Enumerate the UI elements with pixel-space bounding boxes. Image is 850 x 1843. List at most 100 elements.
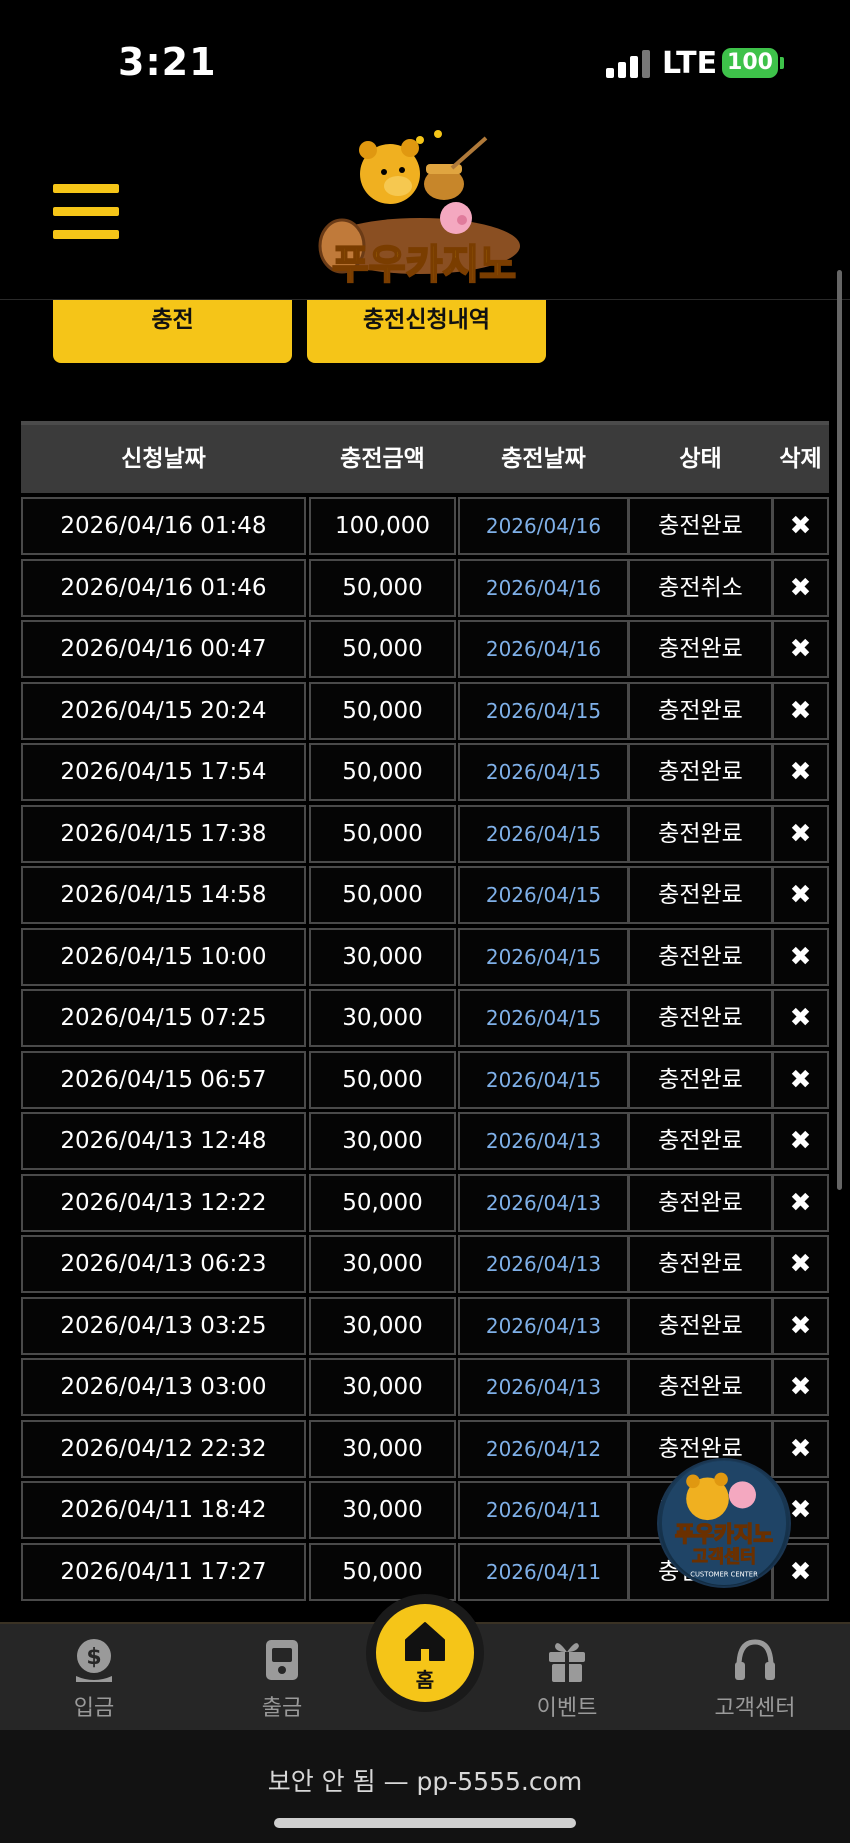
delete-button[interactable]: ✖ bbox=[772, 743, 829, 801]
cc-title: 푸우카지노 bbox=[675, 1522, 773, 1547]
delete-button[interactable]: ✖ bbox=[772, 1419, 829, 1478]
cell-status: 충전완료 bbox=[628, 620, 773, 678]
cell-request-date: 2026/04/15 07:25 bbox=[21, 989, 306, 1047]
delete-button[interactable]: ✖ bbox=[772, 927, 829, 986]
cell-status: 충전완료 bbox=[628, 1173, 773, 1232]
cell-charge-date: 2026/04/15 bbox=[458, 927, 629, 986]
cell-status: 충전완료 bbox=[628, 1050, 773, 1109]
nav-support[interactable]: 고객센터 bbox=[695, 1624, 815, 1732]
cell-request-date: 2026/04/13 06:23 bbox=[21, 1235, 306, 1293]
table-row: 2026/04/13 03:25 30,000 2026/04/13 충전완료 ✖ bbox=[21, 1296, 829, 1359]
table-row: 2026/04/16 01:46 50,000 2026/04/16 충전취소 ✖ bbox=[21, 558, 829, 621]
cell-status: 충전완료 bbox=[628, 804, 773, 863]
cell-charge-date: 2026/04/16 bbox=[458, 497, 629, 555]
cell-amount: 30,000 bbox=[309, 989, 456, 1047]
customer-center-floating-button[interactable]: 푸우카지노 고객센터 CUSTOMER CENTER bbox=[657, 1458, 791, 1588]
cell-status: 충전완료 bbox=[628, 1296, 773, 1355]
scrollbar[interactable] bbox=[837, 270, 842, 1190]
table-row: 2026/04/13 12:48 30,000 2026/04/13 충전완료 ✖ bbox=[21, 1112, 829, 1174]
home-icon bbox=[405, 1622, 445, 1661]
cell-status: 충전완료 bbox=[628, 989, 773, 1047]
svg-text:$: $ bbox=[86, 1645, 101, 1670]
cell-request-date: 2026/04/13 03:00 bbox=[21, 1358, 306, 1416]
cell-request-date: 2026/04/12 22:32 bbox=[21, 1419, 306, 1478]
cell-charge-date: 2026/04/16 bbox=[458, 558, 629, 617]
cell-status: 충전완료 bbox=[628, 681, 773, 740]
tab-charge-history[interactable]: 충전신청내역 bbox=[307, 300, 546, 363]
delete-button[interactable]: ✖ bbox=[772, 1050, 829, 1109]
table-row: 2026/04/15 07:25 30,000 2026/04/15 충전완료 ✖ bbox=[21, 989, 829, 1051]
signal-icon bbox=[606, 50, 650, 78]
nav-event[interactable]: 이벤트 bbox=[507, 1624, 627, 1732]
cell-charge-date: 2026/04/12 bbox=[458, 1419, 629, 1478]
header-amount: 충전금액 bbox=[340, 446, 425, 472]
cell-amount: 100,000 bbox=[309, 497, 456, 555]
status-bar: 3:21 LTE 100 bbox=[0, 0, 850, 110]
delete-button[interactable]: ✖ bbox=[772, 1235, 829, 1293]
delete-button[interactable]: ✖ bbox=[772, 989, 829, 1047]
cell-charge-date: 2026/04/13 bbox=[458, 1112, 629, 1170]
withdraw-icon bbox=[266, 1640, 298, 1680]
cell-request-date: 2026/04/15 20:24 bbox=[21, 681, 306, 740]
nav-support-label: 고객센터 bbox=[714, 1696, 796, 1721]
delete-button[interactable]: ✖ bbox=[772, 1173, 829, 1232]
cell-request-date: 2026/04/15 17:54 bbox=[21, 743, 306, 801]
casino-logo[interactable]: 푸우카지노 bbox=[302, 128, 546, 300]
table-row: 2026/04/16 00:47 50,000 2026/04/16 충전완료 ✖ bbox=[21, 620, 829, 682]
table-row: 2026/04/15 06:57 50,000 2026/04/15 충전완료 ✖ bbox=[21, 1050, 829, 1113]
network-label: LTE bbox=[662, 46, 718, 81]
delete-button[interactable]: ✖ bbox=[772, 866, 829, 924]
url-bar[interactable]: 보안 안 됨 — pp-5555.com bbox=[0, 1762, 850, 1798]
cc-caption: CUSTOMER CENTER bbox=[690, 1570, 758, 1578]
cell-amount: 30,000 bbox=[309, 1296, 456, 1355]
header: 푸우카지노 bbox=[0, 110, 850, 300]
tab-charge[interactable]: 충전 bbox=[53, 300, 292, 363]
table-row: 2026/04/15 17:54 50,000 2026/04/15 충전완료 ✖ bbox=[21, 743, 829, 805]
nav-deposit[interactable]: $ 입금 bbox=[34, 1624, 154, 1732]
delete-button[interactable]: ✖ bbox=[772, 804, 829, 863]
cell-request-date: 2026/04/15 14:58 bbox=[21, 866, 306, 924]
nav-home[interactable]: 홈 bbox=[376, 1604, 474, 1702]
menu-icon[interactable] bbox=[53, 184, 119, 240]
cell-charge-date: 2026/04/15 bbox=[458, 743, 629, 801]
delete-button[interactable]: ✖ bbox=[772, 1296, 829, 1355]
cell-request-date: 2026/04/13 12:48 bbox=[21, 1112, 306, 1170]
header-request-date: 신청날짜 bbox=[121, 446, 206, 472]
delete-button[interactable]: ✖ bbox=[772, 1358, 829, 1416]
cc-subtitle: 고객센터 bbox=[692, 1548, 756, 1568]
cell-amount: 50,000 bbox=[309, 866, 456, 924]
deposit-icon: $ bbox=[76, 1639, 112, 1682]
delete-button[interactable]: ✖ bbox=[772, 558, 829, 617]
cell-amount: 50,000 bbox=[309, 1173, 456, 1232]
cell-request-date: 2026/04/16 00:47 bbox=[21, 620, 306, 678]
headset-icon bbox=[735, 1639, 775, 1680]
cell-amount: 30,000 bbox=[309, 1112, 456, 1170]
nav-withdraw-label: 출금 bbox=[261, 1696, 303, 1721]
table-header: 신청날짜 충전금액 충전날짜 상태 삭제 bbox=[21, 421, 829, 493]
home-indicator[interactable] bbox=[274, 1818, 576, 1828]
cell-amount: 50,000 bbox=[309, 804, 456, 863]
delete-button[interactable]: ✖ bbox=[772, 681, 829, 740]
cell-request-date: 2026/04/11 17:27 bbox=[21, 1542, 306, 1601]
table-row: 2026/04/13 12:22 50,000 2026/04/13 충전완료 ✖ bbox=[21, 1173, 829, 1236]
browser-bar: 보안 안 됨 — pp-5555.com bbox=[0, 1730, 850, 1843]
header-status: 상태 bbox=[679, 446, 722, 472]
delete-button[interactable]: ✖ bbox=[772, 497, 829, 555]
nav-withdraw[interactable]: 출금 bbox=[222, 1624, 342, 1732]
cell-charge-date: 2026/04/15 bbox=[458, 1050, 629, 1109]
cell-amount: 30,000 bbox=[309, 1419, 456, 1478]
cell-request-date: 2026/04/15 17:38 bbox=[21, 804, 306, 863]
delete-button[interactable]: ✖ bbox=[772, 620, 829, 678]
cell-request-date: 2026/04/13 03:25 bbox=[21, 1296, 306, 1355]
cell-status: 충전완료 bbox=[628, 927, 773, 986]
gift-icon bbox=[549, 1643, 585, 1682]
cell-amount: 30,000 bbox=[309, 1481, 456, 1539]
cell-request-date: 2026/04/15 06:57 bbox=[21, 1050, 306, 1109]
cell-charge-date: 2026/04/13 bbox=[458, 1235, 629, 1293]
cell-charge-date: 2026/04/13 bbox=[458, 1358, 629, 1416]
cell-charge-date: 2026/04/15 bbox=[458, 989, 629, 1047]
cell-charge-date: 2026/04/13 bbox=[458, 1296, 629, 1355]
cell-request-date: 2026/04/13 12:22 bbox=[21, 1173, 306, 1232]
delete-button[interactable]: ✖ bbox=[772, 1112, 829, 1170]
battery-tip bbox=[780, 57, 784, 69]
